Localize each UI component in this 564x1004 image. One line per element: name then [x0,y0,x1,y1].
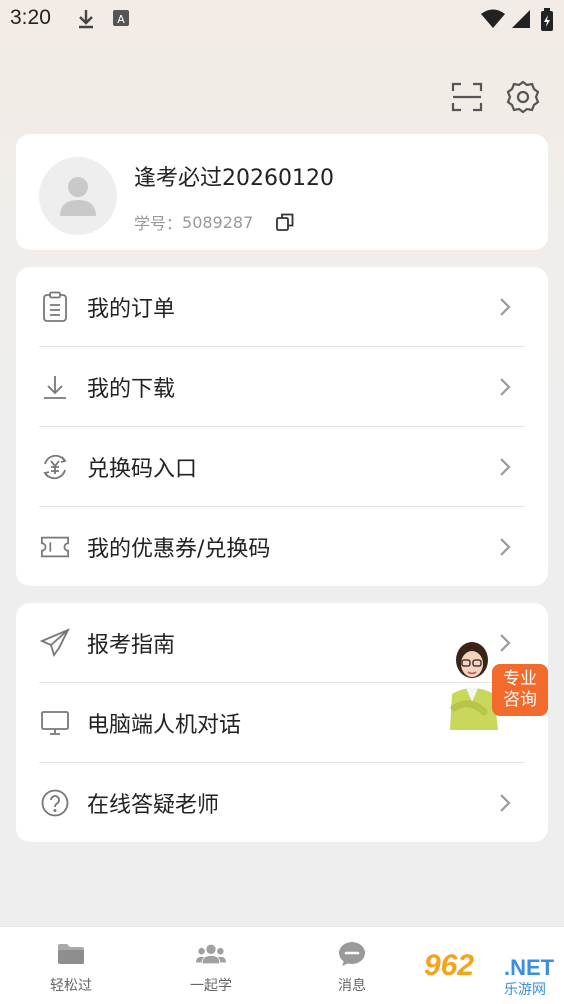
chevron-right-icon [498,296,514,318]
menu-item-label: 我的优惠券/兑换码 [87,537,271,562]
tab-easy-pass[interactable]: 轻松过 [21,941,121,995]
watermark-number: 962 [424,949,475,982]
menu-item-downloads[interactable]: 我的下载 [16,347,548,427]
student-id-row: 学号： 5089287 [134,210,295,234]
consult-float-button[interactable]: 专业 咨询 [444,638,548,730]
top-actions [448,78,542,116]
site-watermark: 962 .NET 乐游网 [424,941,564,1004]
settings-icon[interactable] [504,78,542,116]
signal-icon [510,8,532,34]
watermark-site-name: 乐游网 [504,982,546,998]
message-icon [337,941,367,967]
watermark-domain: .NET [504,955,555,980]
chevron-right-icon [498,376,514,398]
menu-item-online-teacher[interactable]: 在线答疑老师 [16,763,548,843]
menu-item-label: 我的下载 [87,377,176,402]
question-circle-icon [40,788,70,818]
menu-item-label: 我的订单 [87,297,176,322]
monitor-icon [40,708,70,738]
tab-study-together[interactable]: 一起学 [161,941,261,995]
student-id-value: 5089287 [182,212,254,232]
download-icon [40,372,70,402]
tab-messages[interactable]: 消息 [302,941,402,995]
menu-item-redeem-entry[interactable]: 兑换码入口 [16,427,548,507]
svg-text:A: A [117,13,125,26]
menu-item-label: 电脑端人机对话 [87,713,242,738]
chevron-right-icon [498,536,514,558]
tab-label: 消息 [338,978,366,994]
yuan-exchange-icon [40,452,70,482]
menu-item-label: 兑换码入口 [87,457,198,482]
group-icon [196,941,226,967]
consult-badge-line2: 咨询 [503,690,537,710]
menu-item-coupons[interactable]: 我的优惠券/兑换码 [16,507,548,587]
status-time: 3:20 [10,6,51,29]
copy-icon[interactable] [275,212,295,232]
menu-item-label: 在线答疑老师 [87,793,220,818]
wifi-icon [480,8,506,34]
paper-plane-icon [40,628,70,658]
battery-icon [540,8,554,36]
menu-group-account: 我的订单 我的下载 兑换码入口 我的优惠券/兑换码 [16,267,548,586]
a-status-icon: A [112,8,130,32]
profile-card[interactable]: 逢考必过20260120 学号： 5089287 [16,134,548,250]
user-icon [60,177,96,216]
tab-label: 轻松过 [50,978,92,994]
folder-icon [56,941,86,967]
ticket-icon [40,532,70,562]
menu-item-orders[interactable]: 我的订单 [16,267,548,347]
avatar[interactable] [39,157,117,235]
consult-badge: 专业 咨询 [492,664,548,716]
bottom-tab-bar: 轻松过 一起学 消息 962 .NET 乐游网 [0,926,564,1004]
chevron-right-icon [498,456,514,478]
download-status-icon [76,8,96,34]
status-bar: 3:20 A [0,0,564,38]
menu-item-label: 报考指南 [87,633,176,658]
scan-icon[interactable] [448,78,486,116]
student-id-label: 学号： [134,214,183,233]
tab-label: 一起学 [190,978,232,994]
consult-badge-line1: 专业 [503,669,537,689]
order-clipboard-icon [40,291,70,322]
user-name: 逢考必过20260120 [134,166,334,191]
chevron-right-icon [498,792,514,814]
